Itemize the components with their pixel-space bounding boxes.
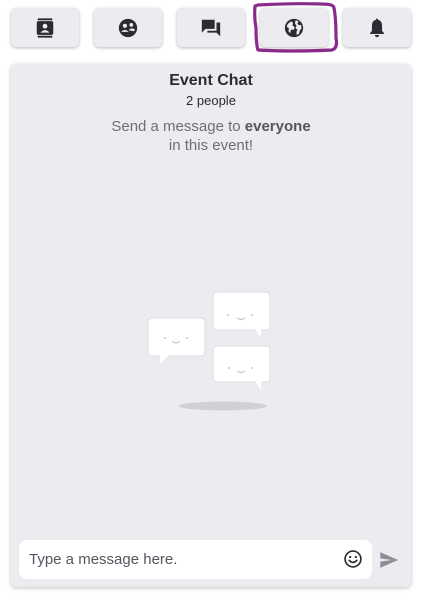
empty-state-emphasis: everyone (244, 118, 311, 135)
empty-state-prefix: Send a message to (111, 118, 241, 135)
tab-contacts[interactable] (11, 8, 79, 47)
emoji-people-icon (118, 18, 138, 37)
top-toolbar (0, 0, 421, 56)
message-input[interactable] (29, 540, 329, 579)
smiley-icon[interactable] (343, 549, 363, 569)
empty-state-suffix: in this event! (168, 137, 254, 154)
bubble-bottom-right (212, 345, 271, 390)
bubble-top-right (212, 291, 271, 338)
bubble-left (147, 317, 206, 364)
bell-icon (370, 17, 384, 37)
tab-event-chat[interactable] (260, 8, 328, 47)
chat-bubbles-icon (201, 19, 221, 36)
contacts-icon (36, 17, 54, 38)
message-composer (19, 540, 372, 579)
chat-title: Event Chat (169, 72, 253, 89)
empty-chat-illustration (147, 291, 271, 411)
send-icon[interactable] (378, 549, 400, 571)
illustration-shadow (179, 401, 267, 411)
chat-panel: Event Chat 2 people Send a message to ev… (11, 64, 411, 587)
tab-people[interactable] (94, 8, 162, 47)
tab-messages[interactable] (177, 8, 245, 47)
globe-icon (284, 18, 304, 37)
empty-state-message: Send a message to everyone in this event… (71, 117, 351, 155)
chat-participant-count: 2 people (186, 93, 236, 108)
tab-notifications[interactable] (343, 8, 411, 47)
